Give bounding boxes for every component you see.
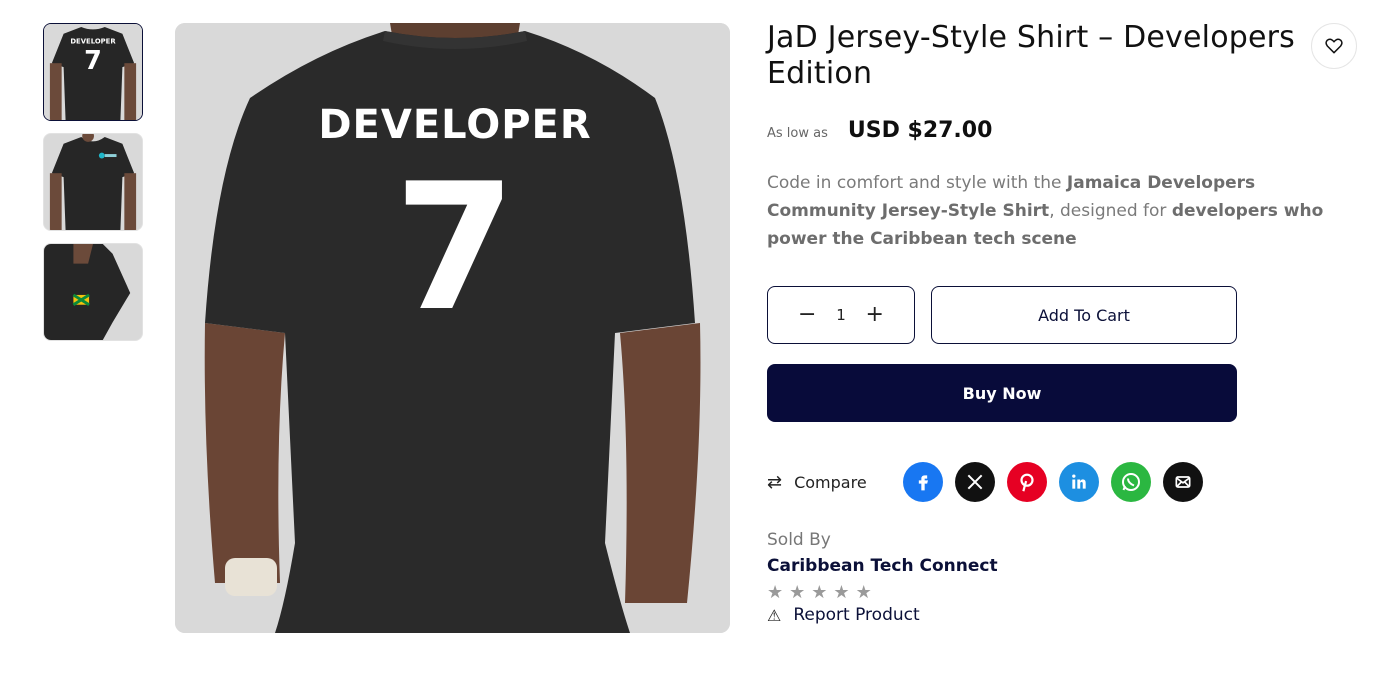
product-title: JaD Jersey-Style Shirt – Developers Edit…	[767, 20, 1296, 91]
facebook-icon	[918, 475, 928, 491]
thumbnail-front[interactable]	[43, 133, 143, 231]
product-price: USD $27.00	[847, 118, 993, 143]
thumbnail-back[interactable]: DEVELOPER 7	[43, 23, 143, 121]
star-icon: ★	[855, 582, 872, 603]
price-prefix: As low as	[767, 126, 828, 141]
thumbnail-front-image	[44, 134, 142, 230]
product-description: Code in comfort and style with the Jamai…	[767, 169, 1327, 253]
description-text-1: Code in comfort and style with the	[767, 173, 1067, 193]
warning-icon: ⚠	[767, 605, 782, 625]
linkedin-icon	[1071, 474, 1086, 489]
pinterest-icon	[1020, 473, 1034, 492]
quantity-stepper: − 1 +	[767, 286, 915, 344]
thumbnail-sleeve[interactable]	[43, 243, 143, 341]
quantity-value[interactable]: 1	[836, 306, 846, 324]
product-details: JaD Jersey-Style Shirt – Developers Edit…	[767, 20, 1367, 625]
whatsapp-icon	[1121, 473, 1140, 491]
thumbnail-back-image: DEVELOPER 7	[44, 24, 142, 120]
decrease-quantity-button[interactable]: −	[798, 304, 816, 326]
description-text-2: , designed for	[1049, 201, 1172, 221]
thumbnail-shirt-number: 7	[84, 46, 102, 76]
star-icon: ★	[789, 582, 806, 603]
compare-button[interactable]: ⇄ Compare	[767, 472, 867, 493]
cart-row: − 1 + Add To Cart	[767, 286, 1367, 344]
main-product-image: DEVELOPER 7	[175, 23, 730, 633]
report-product-label: Report Product	[793, 605, 920, 625]
main-shirt-number: 7	[394, 147, 516, 350]
email-icon	[1175, 476, 1191, 488]
compare-label: Compare	[794, 472, 867, 492]
whatsapp-share-button[interactable]	[1110, 462, 1151, 502]
shirt-back-illustration: DEVELOPER 7	[175, 23, 730, 633]
star-icon: ★	[811, 582, 828, 603]
thumbnail-shirt-text: DEVELOPER	[70, 38, 116, 46]
seller-rating-stars: ★ ★ ★ ★ ★	[767, 582, 1367, 603]
compare-arrows-icon: ⇄	[767, 471, 783, 493]
x-icon	[967, 474, 983, 490]
heart-icon	[1325, 38, 1343, 54]
facebook-share-button[interactable]	[902, 462, 943, 502]
social-share-list	[902, 462, 1203, 502]
seller-name-link[interactable]: Caribbean Tech Connect	[767, 556, 1367, 576]
buy-now-button[interactable]: Buy Now	[767, 364, 1237, 422]
pinterest-share-button[interactable]	[1006, 462, 1047, 502]
email-share-button[interactable]	[1162, 462, 1203, 502]
thumbnail-list: DEVELOPER 7	[43, 23, 143, 353]
linkedin-share-button[interactable]	[1058, 462, 1099, 502]
increase-quantity-button[interactable]: +	[866, 304, 884, 326]
add-to-cart-button[interactable]: Add To Cart	[931, 286, 1237, 344]
price-row: As low as USD $27.00	[767, 118, 1367, 143]
star-icon: ★	[833, 582, 850, 603]
thumbnail-sleeve-image	[44, 244, 142, 340]
share-row: ⇄ Compare	[767, 462, 1367, 502]
x-share-button[interactable]	[954, 462, 995, 502]
wishlist-button[interactable]	[1311, 23, 1357, 69]
star-icon: ★	[767, 582, 784, 603]
report-product-button[interactable]: ⚠ Report Product	[767, 605, 1367, 625]
sold-by-label: Sold By	[767, 530, 831, 550]
main-shirt-text: DEVELOPER	[318, 102, 591, 148]
